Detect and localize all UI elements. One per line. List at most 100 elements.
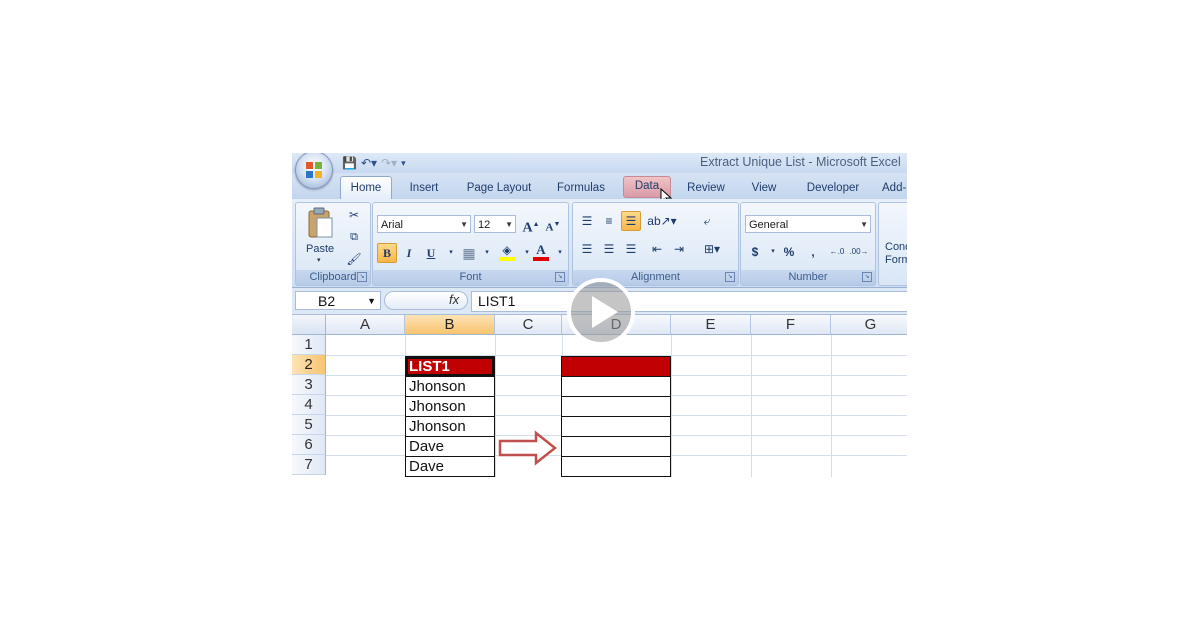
italic-button[interactable]: I	[399, 243, 419, 263]
row-header-5[interactable]: 5	[292, 415, 326, 435]
cell-b3[interactable]: Jhonson	[405, 376, 495, 397]
font-group: Arial ▼ 12 ▼ A▲ A▼ B I U ▾ ▦ ▾ ◈ ▾ A ▾ Fon…	[372, 202, 569, 286]
merge-center-icon[interactable]: ⊞▾	[697, 239, 727, 259]
font-size-select[interactable]: 12 ▼	[474, 215, 516, 233]
tab-insert[interactable]: Insert	[400, 178, 448, 199]
shrink-font-icon[interactable]: A▼	[543, 214, 563, 234]
column-header-c[interactable]: C	[495, 315, 562, 335]
tab-page-layout[interactable]: Page Layout	[462, 178, 536, 199]
column-header-f[interactable]: F	[751, 315, 831, 335]
font-size-value: 12	[478, 219, 491, 231]
font-color-icon[interactable]: A	[531, 243, 551, 263]
cell-d2[interactable]	[561, 356, 671, 377]
orientation-icon[interactable]: ab↗▾	[647, 211, 677, 231]
cell-d6[interactable]	[561, 436, 671, 457]
wrap-text-icon[interactable]: ⤶	[697, 211, 717, 231]
grow-font-icon[interactable]: A▲	[521, 214, 541, 236]
column-header-b[interactable]: B	[405, 315, 495, 335]
row-header-1[interactable]: 1	[292, 335, 326, 355]
row-header-6[interactable]: 6	[292, 435, 326, 455]
currency-button[interactable]: $	[745, 242, 765, 262]
cell-b5[interactable]: Jhonson	[405, 416, 495, 437]
cell-b6[interactable]: Dave	[405, 436, 495, 457]
font-name-select[interactable]: Arial ▼	[377, 215, 471, 233]
decrease-decimal-icon[interactable]: .00→	[849, 242, 869, 262]
underline-button[interactable]: U	[421, 243, 441, 263]
borders-icon[interactable]: ▦	[459, 243, 479, 263]
decrease-indent-icon[interactable]: ⇤	[647, 239, 667, 259]
column-header-a[interactable]: A	[326, 315, 405, 335]
tab-formulas[interactable]: Formulas	[550, 178, 612, 199]
tab-developer[interactable]: Developer	[798, 178, 868, 199]
percent-button[interactable]: %	[779, 242, 799, 262]
customize-qat-icon[interactable]: ▾	[401, 158, 406, 169]
bold-button[interactable]: B	[377, 243, 397, 263]
undo-icon[interactable]: ↶▾	[361, 156, 377, 170]
tab-review[interactable]: Review	[680, 178, 732, 199]
cell-b4[interactable]: Jhonson	[405, 396, 495, 417]
align-right-icon[interactable]: ☰	[621, 239, 641, 259]
font-group-label: Font	[373, 270, 568, 285]
cell-d5[interactable]	[561, 416, 671, 437]
copy-icon[interactable]: ⧉	[344, 227, 364, 247]
number-launcher-icon[interactable]: ↘	[862, 272, 872, 282]
window-title: Extract Unique List - Microsoft Excel	[700, 155, 901, 169]
alignment-launcher-icon[interactable]: ↘	[725, 272, 735, 282]
borders-dropdown-icon[interactable]: ▾	[477, 243, 497, 263]
top-align-icon[interactable]: ☰	[577, 211, 597, 231]
clipboard-launcher-icon[interactable]: ↘	[357, 272, 367, 282]
paste-dropdown-icon[interactable]: ▾	[317, 256, 321, 264]
font-size-dropdown-icon: ▼	[505, 220, 513, 229]
insert-function-icon[interactable]: fx	[449, 292, 459, 307]
office-logo-icon	[306, 162, 322, 178]
middle-align-icon[interactable]: ≡	[599, 211, 619, 231]
right-arrow-icon	[498, 430, 558, 466]
paste-icon[interactable]	[306, 207, 334, 239]
font-launcher-icon[interactable]: ↘	[555, 272, 565, 282]
alignment-group: ☰ ≡ ☰ ab↗▾ ⤶ ☰ ☰ ☰ ⇤ ⇥ ⊞▾ Alignment ↘	[572, 202, 739, 286]
column-header-e[interactable]: E	[671, 315, 751, 335]
number-group: General ▼ $ ▾ % , ←.0 .00→ Number ↘	[740, 202, 876, 286]
fill-color-icon[interactable]: ◈	[497, 243, 517, 263]
font-color-dropdown-icon[interactable]: ▾	[550, 243, 570, 263]
increase-indent-icon[interactable]: ⇥	[669, 239, 689, 259]
center-icon[interactable]: ☰	[599, 239, 619, 259]
formula-input[interactable]: LIST1	[471, 291, 907, 312]
row-header-3[interactable]: 3	[292, 375, 326, 395]
select-all-button[interactable]	[292, 315, 326, 335]
conditional-formatting-button[interactable]: Cond Form	[885, 241, 907, 267]
tab-view[interactable]: View	[742, 178, 786, 199]
name-box[interactable]: B2 ▼	[295, 291, 381, 310]
column-header-g[interactable]: G	[831, 315, 907, 335]
redo-icon[interactable]: ↷▾	[381, 156, 397, 170]
cell-b2[interactable]: LIST1	[405, 356, 495, 377]
cell-d7[interactable]	[561, 456, 671, 477]
row-header-7[interactable]: 7	[292, 455, 326, 475]
paste-button[interactable]: Paste	[306, 243, 334, 255]
comma-button[interactable]: ,	[803, 242, 823, 262]
cut-icon[interactable]: ✂	[344, 205, 364, 225]
number-format-select[interactable]: General ▼	[745, 215, 871, 233]
align-left-icon[interactable]: ☰	[577, 239, 597, 259]
name-box-dropdown-icon[interactable]: ▼	[367, 292, 376, 311]
row-header-4[interactable]: 4	[292, 395, 326, 415]
clipboard-group: Paste ▾ ✂ ⧉ 🖌 Clipboard ↘	[295, 202, 371, 286]
name-box-value: B2	[318, 293, 336, 309]
cell-d4[interactable]	[561, 396, 671, 417]
increase-decimal-icon[interactable]: ←.0	[827, 242, 847, 262]
play-button-icon[interactable]	[566, 277, 636, 347]
cell-b7[interactable]: Dave	[405, 456, 495, 477]
format-painter-icon[interactable]: 🖌	[344, 249, 364, 269]
row-header-2[interactable]: 2	[292, 355, 326, 375]
tab-home[interactable]: Home	[340, 176, 392, 200]
title-bar: 💾 ↶▾ ↷▾ ▾ Extract Unique List - Microsof…	[292, 153, 907, 173]
bottom-align-icon[interactable]: ☰	[621, 211, 641, 231]
quick-access-toolbar: 💾 ↶▾ ↷▾ ▾	[342, 154, 406, 172]
number-group-label: Number	[741, 270, 875, 285]
cell-d3[interactable]	[561, 376, 671, 397]
number-format-value: General	[749, 219, 789, 231]
ribbon: Paste ▾ ✂ ⧉ 🖌 Clipboard ↘ Arial ▼ 12 ▼ A▲ …	[292, 199, 907, 288]
tab-add-ins[interactable]: Add-Ins	[882, 178, 907, 199]
save-icon[interactable]: 💾	[342, 156, 357, 170]
underline-dropdown-icon[interactable]: ▾	[441, 243, 461, 263]
